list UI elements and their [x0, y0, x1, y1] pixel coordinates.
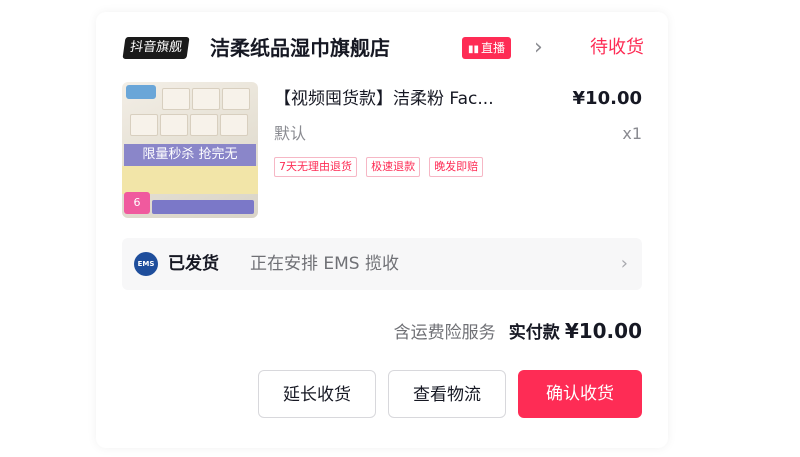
thumb-pack [160, 114, 188, 136]
thumb-brand-logo [126, 85, 156, 99]
total-label: 实付款 [508, 323, 560, 343]
thumb-pack [222, 88, 250, 110]
live-badge[interactable]: ▮▮ 直播 [462, 37, 512, 59]
thumb-pack [162, 88, 190, 110]
total-amount: ¥10.00 [564, 319, 642, 343]
thumb-pack [192, 88, 220, 110]
live-bars-icon: ▮▮ [468, 44, 480, 55]
service-tag: 极速退款 [366, 157, 421, 177]
store-header[interactable]: 抖音旗舰 洁柔纸品湿巾旗舰店 ▮▮ 直播 › 待收货 [122, 34, 644, 64]
service-tags: 7天无理由退货 极速退款 晚发即赔 [274, 155, 487, 177]
product-quantity: x1 [622, 124, 642, 143]
thumb-pack [130, 114, 158, 136]
thumb-count-badge: 6 [124, 192, 150, 214]
ems-icon: EMS [134, 252, 158, 276]
thumb-pack [220, 114, 248, 136]
service-tag: 7天无理由退货 [274, 157, 357, 177]
page: 抖音旗舰 洁柔纸品湿巾旗舰店 ▮▮ 直播 › 待收货 限量秒杀 抢完无 6 【视频… [0, 0, 800, 457]
confirm-receipt-button[interactable]: 确认收货 [518, 370, 642, 418]
shipping-status-bar[interactable]: EMS 已发货 正在安排 EMS 揽收 › [122, 238, 642, 290]
product-title[interactable]: 【视频囤货款】洁柔粉 Fac... [274, 86, 564, 112]
order-status: 待收货 [590, 37, 644, 58]
shipping-detail: 正在安排 EMS 揽收 [250, 254, 400, 274]
chevron-right-icon[interactable]: › [534, 34, 543, 62]
service-tag: 晚发即赔 [429, 157, 484, 177]
thumb-promo-banner: 限量秒杀 抢完无 [124, 144, 256, 166]
store-name[interactable]: 洁柔纸品湿巾旗舰店 [210, 34, 390, 62]
extend-receipt-button[interactable]: 延长收货 [258, 370, 376, 418]
product-image[interactable]: 限量秒杀 抢完无 6 [122, 82, 258, 218]
chevron-right-icon: › [620, 253, 628, 274]
order-total: 含运费险服务 实付款 ¥10.00 [394, 318, 642, 348]
live-badge-label: 直播 [481, 41, 506, 55]
view-logistics-button[interactable]: 查看物流 [388, 370, 506, 418]
thumb-footer [152, 200, 254, 214]
platform-badge: 抖音旗舰 [122, 37, 190, 59]
product-spec: 默认 [274, 124, 307, 143]
product-price: ¥10.00 [572, 88, 642, 109]
order-card[interactable]: 抖音旗舰 洁柔纸品湿巾旗舰店 ▮▮ 直播 › 待收货 限量秒杀 抢完无 6 【视频… [96, 12, 668, 448]
thumb-strip [122, 166, 258, 194]
shipping-status: 已发货 [168, 254, 219, 274]
thumb-pack [190, 114, 218, 136]
insurance-note: 含运费险服务 [393, 323, 496, 343]
